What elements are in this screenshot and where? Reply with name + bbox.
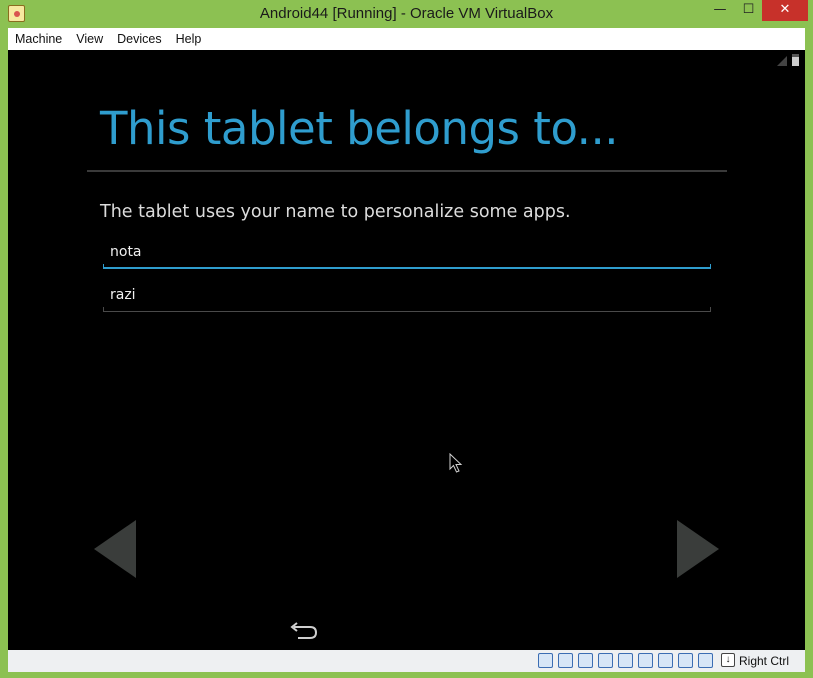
optical-drive-icon[interactable]: [558, 653, 573, 668]
menu-bar: Machine View Devices Help: [8, 28, 805, 50]
menu-help[interactable]: Help: [169, 29, 209, 50]
first-name-underline: [103, 267, 711, 269]
window-title: Android44 [Running] - Oracle VM VirtualB…: [259, 5, 554, 22]
signal-icon: [777, 56, 787, 66]
menu-machine[interactable]: Machine: [8, 29, 69, 50]
status-bar: ↓ Right Ctrl: [8, 650, 805, 672]
maximize-button[interactable]: ☐: [735, 0, 762, 21]
close-button[interactable]: ✕: [762, 0, 808, 21]
host-key-label: Right Ctrl: [738, 654, 789, 668]
device-icons: [533, 653, 713, 669]
android-status-icons: [777, 54, 801, 66]
page-subtitle: The tablet uses your name to personalize…: [100, 202, 571, 222]
title-divider: [87, 170, 727, 172]
first-name-tick-left: [103, 264, 104, 269]
next-arrow-icon[interactable]: [677, 520, 719, 578]
usb-icon[interactable]: [578, 653, 593, 668]
display-icon[interactable]: [618, 653, 633, 668]
first-name-tick-right: [710, 264, 711, 269]
last-name-input[interactable]: [103, 280, 711, 310]
page-title: This tablet belongs to...: [100, 102, 619, 155]
last-name-tick-left: [103, 307, 104, 312]
first-name-input[interactable]: [103, 237, 711, 267]
last-name-tick-right: [710, 307, 711, 312]
host-key-icon: ↓: [720, 653, 735, 667]
video-capture-icon[interactable]: [638, 653, 653, 668]
guest-screen[interactable]: This tablet belongs to... The tablet use…: [8, 50, 805, 650]
last-name-field[interactable]: [103, 280, 711, 312]
shared-folders-icon[interactable]: [598, 653, 613, 668]
minimize-button[interactable]: —: [706, 0, 734, 21]
previous-arrow-icon[interactable]: [94, 520, 136, 578]
storage-icon[interactable]: [538, 653, 553, 668]
battery-icon: [792, 54, 799, 66]
menu-devices[interactable]: Devices: [110, 29, 168, 50]
mouse-integration-icon[interactable]: [698, 653, 713, 668]
cpu-icon[interactable]: [678, 653, 693, 668]
menu-view[interactable]: View: [69, 29, 110, 50]
mouse-pointer-icon: [449, 453, 463, 473]
host-key-indicator[interactable]: ↓ Right Ctrl: [720, 653, 789, 669]
back-icon[interactable]: [286, 620, 320, 642]
network-icon[interactable]: [658, 653, 673, 668]
title-bar[interactable]: Android44 [Running] - Oracle VM VirtualB…: [0, 0, 813, 28]
virtualbox-window: Android44 [Running] - Oracle VM VirtualB…: [0, 0, 813, 678]
first-name-field[interactable]: [103, 237, 711, 269]
last-name-underline: [103, 311, 711, 312]
